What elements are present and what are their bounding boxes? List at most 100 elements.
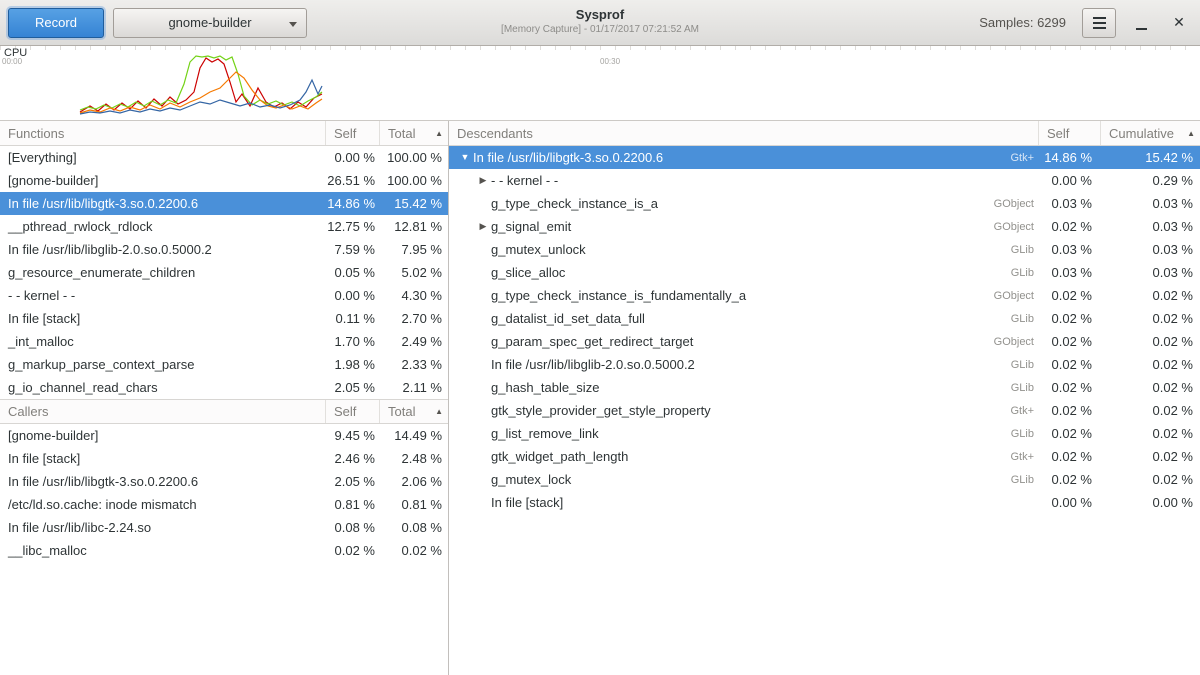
table-row[interactable]: __libc_malloc0.02 %0.02 % [0,539,448,562]
total-value: 15.42 % [379,196,448,211]
self-value: 2.05 % [325,474,379,489]
table-row[interactable]: In file /usr/lib/libc-2.24.so0.08 %0.08 … [0,516,448,539]
menu-button[interactable] [1082,8,1116,38]
self-value: 2.05 % [325,380,379,395]
window-subtitle: [Memory Capture] - 01/17/2017 07:21:52 A… [320,23,880,36]
sort-ascending-icon: ▲ [431,407,443,416]
table-row[interactable]: - - kernel - -0.00 %4.30 % [0,284,448,307]
descendants-table-header: Descendants Self Cumulative ▲ [449,121,1200,146]
self-value: 2.46 % [325,451,379,466]
table-row[interactable]: [gnome-builder]9.45 %14.49 % [0,424,448,447]
table-row[interactable]: g_type_check_instance_is_aGObject0.03 %0… [449,192,1200,215]
functions-column-header[interactable]: Functions [0,121,325,145]
table-row[interactable]: g_mutex_unlockGLib0.03 %0.03 % [449,238,1200,261]
table-row[interactable]: ▶- - kernel - -0.00 %0.29 % [449,169,1200,192]
self-value: 0.02 % [1038,472,1100,487]
cumulative-value: 15.42 % [1100,150,1200,165]
functions-self-column-header[interactable]: Self [325,121,379,145]
table-row[interactable]: ▼In file /usr/lib/libgtk-3.so.0.2200.6Gt… [449,146,1200,169]
descendants-column-header[interactable]: Descendants [449,121,1038,145]
cumulative-value: 0.02 % [1100,357,1200,372]
close-icon: ✕ [1173,14,1185,31]
samples-count: Samples: 6299 [979,15,1066,30]
table-row[interactable]: In file [stack]0.00 %0.00 % [449,491,1200,514]
function-name-cell: ▼In file /usr/lib/libgtk-3.so.0.2200.6Gt… [449,146,1038,169]
cumulative-value: 0.02 % [1100,449,1200,464]
total-value: 2.11 % [379,380,448,395]
library-tag: GLib [1011,359,1038,371]
table-row[interactable]: g_markup_parse_context_parse1.98 %2.33 % [0,353,448,376]
function-name: In file /usr/lib/libglib-2.0.so.0.5000.2 [491,357,695,372]
table-row[interactable]: [Everything]0.00 %100.00 % [0,146,448,169]
header-bar: Record gnome-builder Sysprof [Memory Cap… [0,0,1200,46]
function-name: [gnome-builder] [0,173,325,188]
table-row[interactable]: g_slice_allocGLib0.03 %0.03 % [449,261,1200,284]
table-row[interactable]: In file [stack]2.46 %2.48 % [0,447,448,470]
total-value: 5.02 % [379,265,448,280]
function-name-cell: g_type_check_instance_is_fundamentally_a… [449,288,1038,303]
function-name: g_type_check_instance_is_a [491,196,658,211]
table-row[interactable]: __pthread_rwlock_rdlock12.75 %12.81 % [0,215,448,238]
self-value: 0.02 % [1038,403,1100,418]
chevron-right-icon[interactable]: ▶ [477,169,489,192]
self-value: 0.81 % [325,497,379,512]
table-row[interactable]: g_param_spec_get_redirect_targetGObject0… [449,330,1200,353]
table-row[interactable]: In file /usr/lib/libglib-2.0.so.0.5000.2… [0,238,448,261]
descendants-self-column-header[interactable]: Self [1038,121,1100,145]
self-value: 0.02 % [325,543,379,558]
table-row[interactable]: gtk_widget_path_lengthGtk+0.02 %0.02 % [449,445,1200,468]
table-row[interactable]: gtk_style_provider_get_style_propertyGtk… [449,399,1200,422]
minimize-button[interactable] [1128,10,1154,36]
table-row[interactable]: _int_malloc1.70 %2.49 % [0,330,448,353]
library-tag: GObject [994,290,1038,302]
callers-self-column-header[interactable]: Self [325,400,379,423]
cumulative-value: 0.02 % [1100,426,1200,441]
window-title-area: Sysprof [Memory Capture] - 01/17/2017 07… [320,6,880,36]
cumulative-value: 0.02 % [1100,472,1200,487]
total-value: 7.95 % [379,242,448,257]
cpu-timeline[interactable]: CPU 00:00 00:30 [0,46,1200,121]
callers-table-header: Callers Self Total ▲ [0,399,448,424]
total-value: 2.48 % [379,451,448,466]
table-row[interactable]: g_mutex_lockGLib0.02 %0.02 % [449,468,1200,491]
chevron-right-icon[interactable]: ▶ [477,215,489,238]
process-selector[interactable]: gnome-builder [113,8,307,38]
table-row[interactable]: g_hash_table_sizeGLib0.02 %0.02 % [449,376,1200,399]
table-row[interactable]: ▶g_signal_emitGObject0.02 %0.03 % [449,215,1200,238]
table-row[interactable]: In file /usr/lib/libglib-2.0.so.0.5000.2… [449,353,1200,376]
self-value: 12.75 % [325,219,379,234]
table-row[interactable]: In file [stack]0.11 %2.70 % [0,307,448,330]
table-row[interactable]: g_datalist_id_set_data_fullGLib0.02 %0.0… [449,307,1200,330]
total-value: 2.49 % [379,334,448,349]
chevron-down-icon[interactable]: ▼ [459,146,471,169]
functions-table: [Everything]0.00 %100.00 %[gnome-builder… [0,146,448,399]
callers-column-header[interactable]: Callers [0,400,325,423]
callers-total-column-header[interactable]: Total ▲ [379,400,448,423]
function-name: [gnome-builder] [0,428,325,443]
functions-total-column-header[interactable]: Total ▲ [379,121,448,145]
table-row[interactable]: g_type_check_instance_is_fundamentally_a… [449,284,1200,307]
self-value: 0.02 % [1038,288,1100,303]
table-row[interactable]: g_list_remove_linkGLib0.02 %0.02 % [449,422,1200,445]
record-button[interactable]: Record [8,8,104,38]
table-row[interactable]: [gnome-builder]26.51 %100.00 % [0,169,448,192]
function-name-cell: g_datalist_id_set_data_fullGLib [449,311,1038,326]
function-name-cell: gtk_style_provider_get_style_propertyGtk… [449,403,1038,418]
self-value: 0.02 % [1038,357,1100,372]
self-value: 7.59 % [325,242,379,257]
function-name: [Everything] [0,150,325,165]
self-value: 0.02 % [1038,311,1100,326]
close-button[interactable]: ✕ [1166,10,1192,36]
self-value: 0.03 % [1038,265,1100,280]
function-name: In file [stack] [0,311,325,326]
function-name: gtk_style_provider_get_style_property [491,403,711,418]
descendants-cumulative-column-header[interactable]: Cumulative ▲ [1100,121,1200,145]
table-row[interactable]: /etc/ld.so.cache: inode mismatch0.81 %0.… [0,493,448,516]
cumulative-column-label: Cumulative [1109,126,1174,141]
table-row[interactable]: In file /usr/lib/libgtk-3.so.0.2200.614.… [0,192,448,215]
library-tag: GObject [994,336,1038,348]
table-row[interactable]: g_io_channel_read_chars2.05 %2.11 % [0,376,448,399]
table-row[interactable]: In file /usr/lib/libgtk-3.so.0.2200.62.0… [0,470,448,493]
self-value: 0.05 % [325,265,379,280]
table-row[interactable]: g_resource_enumerate_children0.05 %5.02 … [0,261,448,284]
